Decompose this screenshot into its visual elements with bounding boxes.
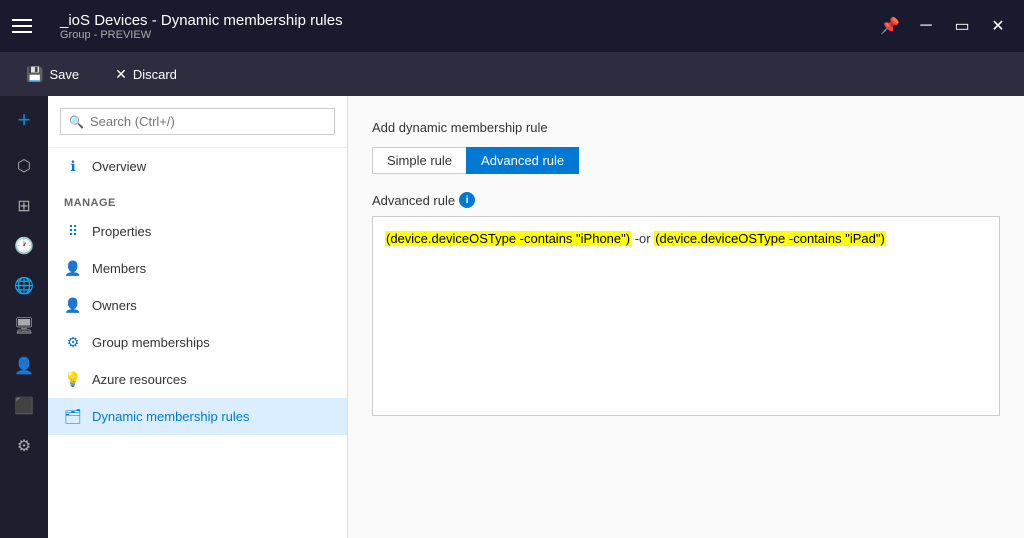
pin-button[interactable]: 📌 bbox=[876, 12, 904, 40]
azure-resources-icon: 💡 bbox=[64, 371, 82, 388]
owners-icon: 👤 bbox=[64, 297, 82, 314]
search-icon: 🔍 bbox=[69, 115, 84, 129]
sidebar-icon-settings[interactable]: ⚙ bbox=[6, 428, 42, 464]
save-button[interactable]: 💾 Save bbox=[16, 60, 89, 89]
nav-label-properties: Properties bbox=[92, 224, 151, 239]
advanced-rule-label: Advanced rule i bbox=[372, 192, 1000, 208]
nav-item-members[interactable]: 👤 Members bbox=[48, 250, 347, 287]
highlight-1: (device.deviceOSType -contains "iPhone") bbox=[385, 231, 631, 246]
nav-label-azure-resources: Azure resources bbox=[92, 372, 187, 387]
manage-section-header: MANAGE bbox=[48, 185, 347, 213]
save-icon: 💾 bbox=[26, 66, 43, 83]
nav-item-azure-resources[interactable]: 💡 Azure resources bbox=[48, 361, 347, 398]
highlight-2: (device.deviceOSType -contains "iPad") bbox=[654, 231, 886, 246]
search-input[interactable] bbox=[90, 114, 326, 129]
nav-label-group-memberships: Group memberships bbox=[92, 335, 210, 350]
nav-label-dynamic-rules: Dynamic membership rules bbox=[92, 409, 250, 424]
info-icon: i bbox=[459, 192, 475, 208]
window-subtitle: Group - PREVIEW bbox=[60, 29, 876, 41]
title-bar: _ioS Devices - Dynamic membership rules … bbox=[0, 0, 1024, 52]
nav-label-overview: Overview bbox=[92, 159, 146, 174]
sidebar-icon-app[interactable]: ⬛ bbox=[6, 388, 42, 424]
nav-item-overview[interactable]: ℹ Overview bbox=[48, 148, 347, 185]
sidebar-icon-person[interactable]: 👤 bbox=[6, 348, 42, 384]
rule-tabs: Simple rule Advanced rule bbox=[372, 147, 1000, 174]
dynamic-rules-icon: 🗂 bbox=[64, 408, 82, 425]
nav-label-members: Members bbox=[92, 261, 146, 276]
maximize-button[interactable]: ▭ bbox=[948, 12, 976, 40]
tab-advanced-rule[interactable]: Advanced rule bbox=[466, 147, 579, 174]
nav-label-owners: Owners bbox=[92, 298, 137, 313]
right-panel: Add dynamic membership rule Simple rule … bbox=[348, 96, 1024, 538]
properties-icon: ⠿ bbox=[64, 223, 82, 240]
members-icon: 👤 bbox=[64, 260, 82, 277]
nav-item-owners[interactable]: 👤 Owners bbox=[48, 287, 347, 324]
close-button[interactable]: ✕ bbox=[984, 12, 1012, 40]
add-rule-title: Add dynamic membership rule bbox=[372, 120, 1000, 135]
sidebar-icon-globe[interactable]: 🌐 bbox=[6, 268, 42, 304]
nav-item-group-memberships[interactable]: ⚙ Group memberships bbox=[48, 324, 347, 361]
nav-item-properties[interactable]: ⠿ Properties bbox=[48, 213, 347, 250]
overview-icon: ℹ bbox=[64, 158, 82, 175]
add-button[interactable]: + bbox=[8, 104, 40, 136]
main-layout: + ⬡ ⊞ 🕐 🌐 🖥 👤 ⬛ ⚙ 🔍 ℹ Overview MANAGE ⠿ … bbox=[0, 96, 1024, 538]
nav-item-dynamic-rules[interactable]: 🗂 Dynamic membership rules bbox=[48, 398, 347, 435]
minimize-button[interactable]: ─ bbox=[912, 12, 940, 40]
tab-simple-rule[interactable]: Simple rule bbox=[372, 147, 466, 174]
window-title: _ioS Devices - Dynamic membership rules bbox=[60, 12, 876, 29]
sidebar-icon-grid[interactable]: ⊞ bbox=[6, 188, 42, 224]
discard-icon: ✕ bbox=[115, 66, 127, 83]
rule-textarea[interactable]: (device.deviceOSType -contains "iPhone")… bbox=[372, 216, 1000, 416]
group-memberships-icon: ⚙ bbox=[64, 334, 82, 351]
title-bar-text: _ioS Devices - Dynamic membership rules … bbox=[60, 12, 876, 41]
icon-sidebar: + ⬡ ⊞ 🕐 🌐 🖥 👤 ⬛ ⚙ bbox=[0, 96, 48, 538]
discard-button[interactable]: ✕ Discard bbox=[105, 60, 187, 89]
window-controls: 📌 ─ ▭ ✕ bbox=[876, 12, 1012, 40]
left-panel: 🔍 ℹ Overview MANAGE ⠿ Properties 👤 Membe… bbox=[48, 96, 348, 538]
sidebar-icon-clock[interactable]: 🕐 bbox=[6, 228, 42, 264]
rule-text: (device.deviceOSType -contains "iPhone")… bbox=[385, 231, 886, 246]
search-box: 🔍 bbox=[48, 96, 347, 148]
hamburger-menu[interactable] bbox=[12, 19, 48, 33]
sidebar-icon-cube[interactable]: ⬡ bbox=[6, 148, 42, 184]
search-input-wrap[interactable]: 🔍 bbox=[60, 108, 335, 135]
sidebar-icon-monitor[interactable]: 🖥 bbox=[6, 308, 42, 344]
toolbar: 💾 Save ✕ Discard bbox=[0, 52, 1024, 96]
